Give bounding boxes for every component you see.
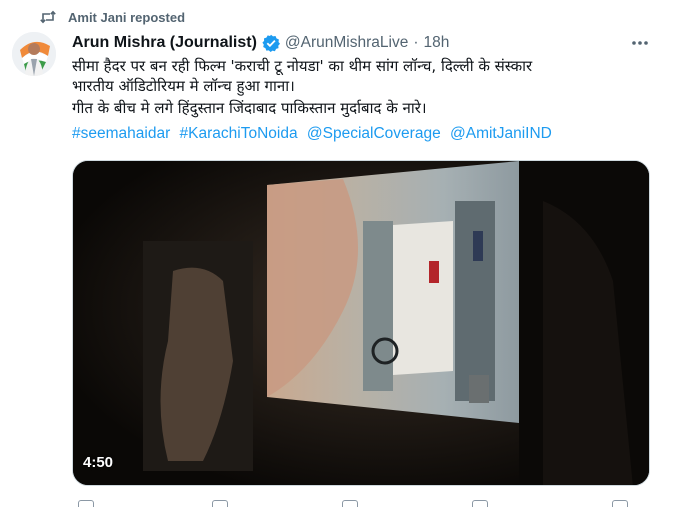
mention-link[interactable]: @SpecialCoverage: [307, 125, 441, 142]
repost-indicator: Amit Jani reposted: [40, 8, 185, 26]
video-frame: [73, 161, 649, 485]
tweet-text-line: सीमा हैदर पर बन रही फिल्म 'कराची टू नोयड…: [72, 57, 533, 75]
separator-dot: ·: [413, 34, 419, 51]
more-options-icon[interactable]: [630, 34, 650, 52]
author-name[interactable]: Arun Mishra (Journalist): [72, 34, 257, 52]
like-icon[interactable]: [342, 500, 358, 507]
hashtag-link[interactable]: #seemahaidar: [72, 125, 170, 142]
tweet-header: Arun Mishra (Journalist) @ArunMishraLive…: [72, 32, 630, 54]
share-icon[interactable]: [612, 500, 628, 507]
tweet-text-line: भारतीय ऑडिटोरियम मे लॉन्च हुआ गाना।: [72, 77, 295, 95]
repost-label[interactable]: Amit Jani reposted: [68, 10, 185, 25]
tweet-text: सीमा हैदर पर बन रही फिल्म 'कराची टू नोयड…: [72, 56, 672, 118]
avatar[interactable]: [12, 32, 56, 76]
tweet-text-line: गीत के बीच मे लगे हिंदुस्तान जिंदाबाद पा…: [72, 99, 427, 117]
repost-icon: [40, 10, 56, 24]
author-handle[interactable]: @ArunMishraLive: [285, 34, 408, 52]
reply-icon[interactable]: [78, 500, 94, 507]
video-duration: 4:50: [83, 454, 114, 471]
action-bar: [72, 500, 650, 507]
tweet[interactable]: Amit Jani reposted Arun Mishra (Journali…: [0, 0, 690, 507]
video-player[interactable]: 4:50: [72, 160, 650, 486]
views-icon[interactable]: [472, 500, 488, 507]
repost-action-icon[interactable]: [212, 500, 228, 507]
verified-badge-icon[interactable]: [262, 34, 280, 52]
timestamp[interactable]: 18h: [424, 34, 450, 52]
hashtag-row: #seemahaidar #KarachiToNoida @SpecialCov…: [72, 124, 557, 144]
mention-link[interactable]: @AmitJaniIND: [450, 125, 552, 142]
hashtag-link[interactable]: #KarachiToNoida: [180, 125, 298, 142]
